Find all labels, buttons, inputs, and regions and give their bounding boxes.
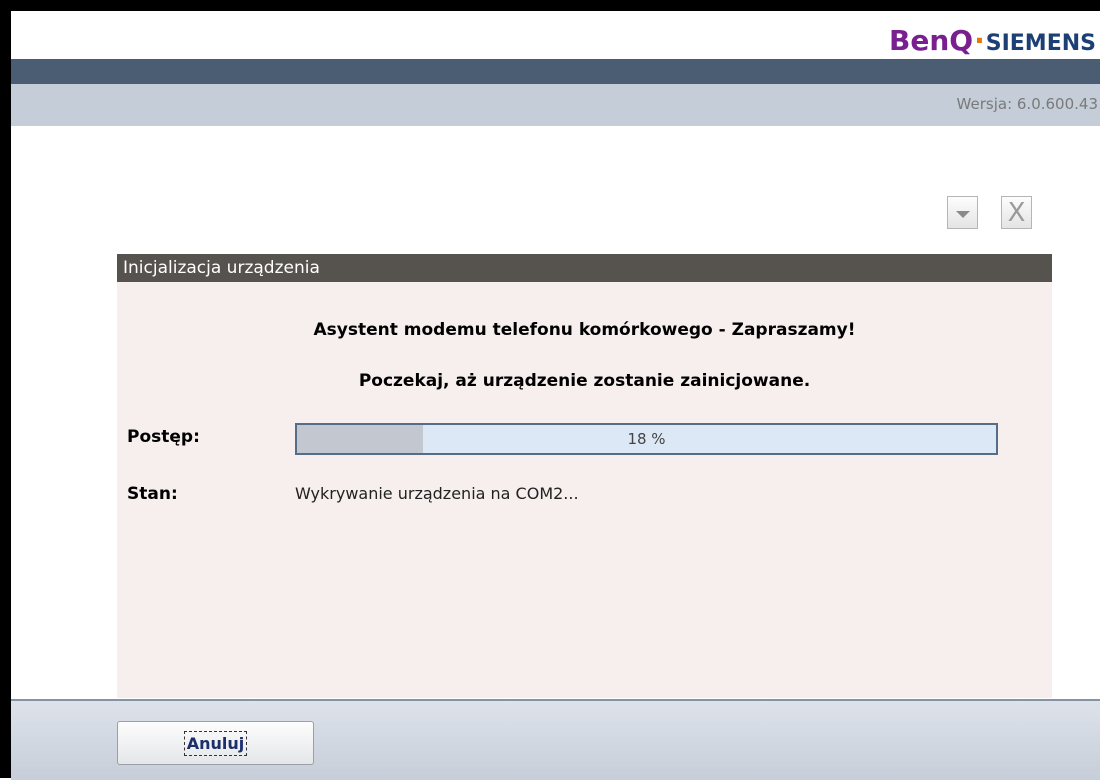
chevron-down-icon: [955, 210, 970, 218]
header-light-band: [11, 84, 1100, 126]
app-header: BenQ · SIEMENS: [11, 11, 1100, 59]
welcome-heading: Asystent modemu telefonu komórkowego - Z…: [313, 320, 856, 340]
progress-label: Postęp:: [127, 427, 200, 447]
init-panel: Inicjalizacja urządzenia Asystent modemu…: [117, 254, 1052, 698]
header-dark-band: [11, 59, 1100, 84]
window-frame-top: [0, 0, 1100, 11]
progress-bar: 18 %: [295, 423, 998, 455]
progress-percent-text: 18 %: [627, 430, 666, 448]
logo-siemens-text: SIEMENS: [985, 31, 1096, 56]
benq-siemens-logo: BenQ · SIEMENS: [889, 24, 1096, 57]
panel-title: Inicjalizacja urządzenia: [117, 254, 1052, 282]
status-label: Stan:: [127, 484, 178, 504]
minimize-button[interactable]: [947, 196, 978, 229]
window-frame-left: [0, 0, 11, 778]
close-button[interactable]: X: [1001, 196, 1032, 229]
close-icon: X: [1007, 197, 1026, 228]
logo-benq-text: BenQ: [889, 24, 974, 57]
cancel-button[interactable]: Anuluj: [117, 721, 314, 765]
footer-bar: Anuluj: [11, 699, 1100, 780]
logo-separator: ·: [974, 24, 985, 57]
status-value: Wykrywanie urządzenia na COM2...: [295, 484, 579, 503]
cancel-button-label: Anuluj: [183, 730, 248, 756]
wait-message: Poczekaj, aż urządzenie zostanie zainicj…: [358, 371, 811, 391]
version-label: Wersja: 6.0.600.43: [956, 95, 1098, 113]
